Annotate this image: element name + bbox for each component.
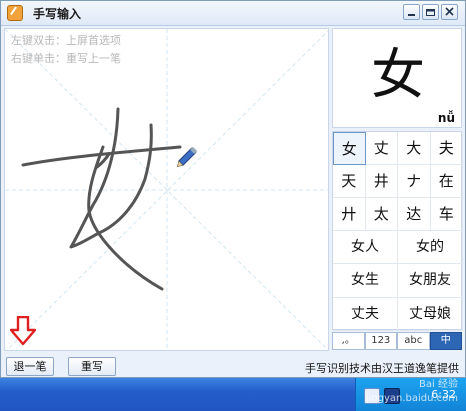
mode-button[interactable]: ,。 xyxy=(332,332,365,350)
credit-text: 手写识别技术由汉王道逸笔提供 xyxy=(305,362,459,375)
watermark-line2: jingyan.baidu.com xyxy=(365,393,458,404)
candidate-word[interactable]: 丈夫 xyxy=(333,297,398,331)
hint-double-click: 左键双击：上屏首选项 xyxy=(11,34,121,47)
candidate-char[interactable]: 车 xyxy=(430,198,463,231)
candidate-char[interactable]: 太 xyxy=(365,198,398,231)
candidate-char[interactable]: ナ xyxy=(398,165,431,198)
bottom-bar: 退一笔 重写 手写识别技术由汉王道逸笔提供 xyxy=(1,353,465,377)
mode-button[interactable]: 中 xyxy=(429,332,462,350)
restore-icon xyxy=(426,9,435,16)
pen-app-icon xyxy=(7,5,23,21)
candidate-grid: 女丈大夫天井ナ在廾太达车女人 女的 女生 女朋友 丈夫 丈母娘 xyxy=(332,131,463,331)
close-icon xyxy=(445,7,454,16)
ink-strokes xyxy=(21,107,182,291)
rewrite-button[interactable]: 重写 xyxy=(68,357,116,376)
window-title: 手写输入 xyxy=(33,7,82,21)
hint-right-click: 右键单击：重写上一笔 xyxy=(11,52,121,65)
restore-button[interactable] xyxy=(422,4,439,20)
down-arrow-icon xyxy=(10,316,36,346)
candidate-word[interactable]: 女朋友 xyxy=(398,264,463,298)
candidate-word[interactable]: 女生 xyxy=(333,264,398,298)
mode-button[interactable]: abc xyxy=(397,332,430,350)
candidate-char[interactable]: 夫 xyxy=(430,132,463,165)
handwriting-window: 手写输入 左键双击：上屏首选项 右键单击：重写上一笔 女 nǚ 女 丈 大 夫 … xyxy=(0,0,466,378)
candidate-char[interactable]: 达 xyxy=(398,198,431,231)
minimize-button[interactable] xyxy=(403,4,420,20)
candidate-char[interactable]: 在 xyxy=(430,165,463,198)
close-button[interactable] xyxy=(441,4,458,20)
pen-cursor-icon xyxy=(176,146,198,168)
candidate-char[interactable]: 天 xyxy=(333,165,366,198)
candidate-char[interactable]: 丈 xyxy=(365,132,398,165)
undo-stroke-button[interactable]: 退一笔 xyxy=(6,357,54,376)
minimize-icon xyxy=(408,14,415,16)
preview-character: 女 xyxy=(371,43,425,106)
candidate-char[interactable]: 女 xyxy=(333,132,366,165)
candidate-word[interactable]: 女的 xyxy=(398,231,463,265)
candidate-char[interactable]: 廾 xyxy=(333,198,366,231)
handwriting-canvas[interactable]: 左键双击：上屏首选项 右键单击：重写上一笔 xyxy=(4,28,329,351)
recognized-preview: 女 nǚ xyxy=(332,28,462,128)
input-mode-bar: ,。 123 abc 中 xyxy=(332,332,462,351)
candidate-word[interactable]: 女人 xyxy=(333,231,398,265)
watermark-line1: Bai 经验 xyxy=(419,379,458,390)
preview-pinyin: nǚ xyxy=(437,111,455,125)
mode-button[interactable]: 123 xyxy=(364,332,397,350)
candidate-char[interactable]: 大 xyxy=(398,132,431,165)
title-bar[interactable]: 手写输入 xyxy=(1,1,465,26)
watermark: Bai 经验 jingyan.baidu.com xyxy=(366,378,458,406)
candidate-word[interactable]: 丈母娘 xyxy=(398,297,463,331)
taskbar: 6:32 Bai 经验 jingyan.baidu.com xyxy=(0,378,466,411)
candidate-char[interactable]: 井 xyxy=(365,165,398,198)
